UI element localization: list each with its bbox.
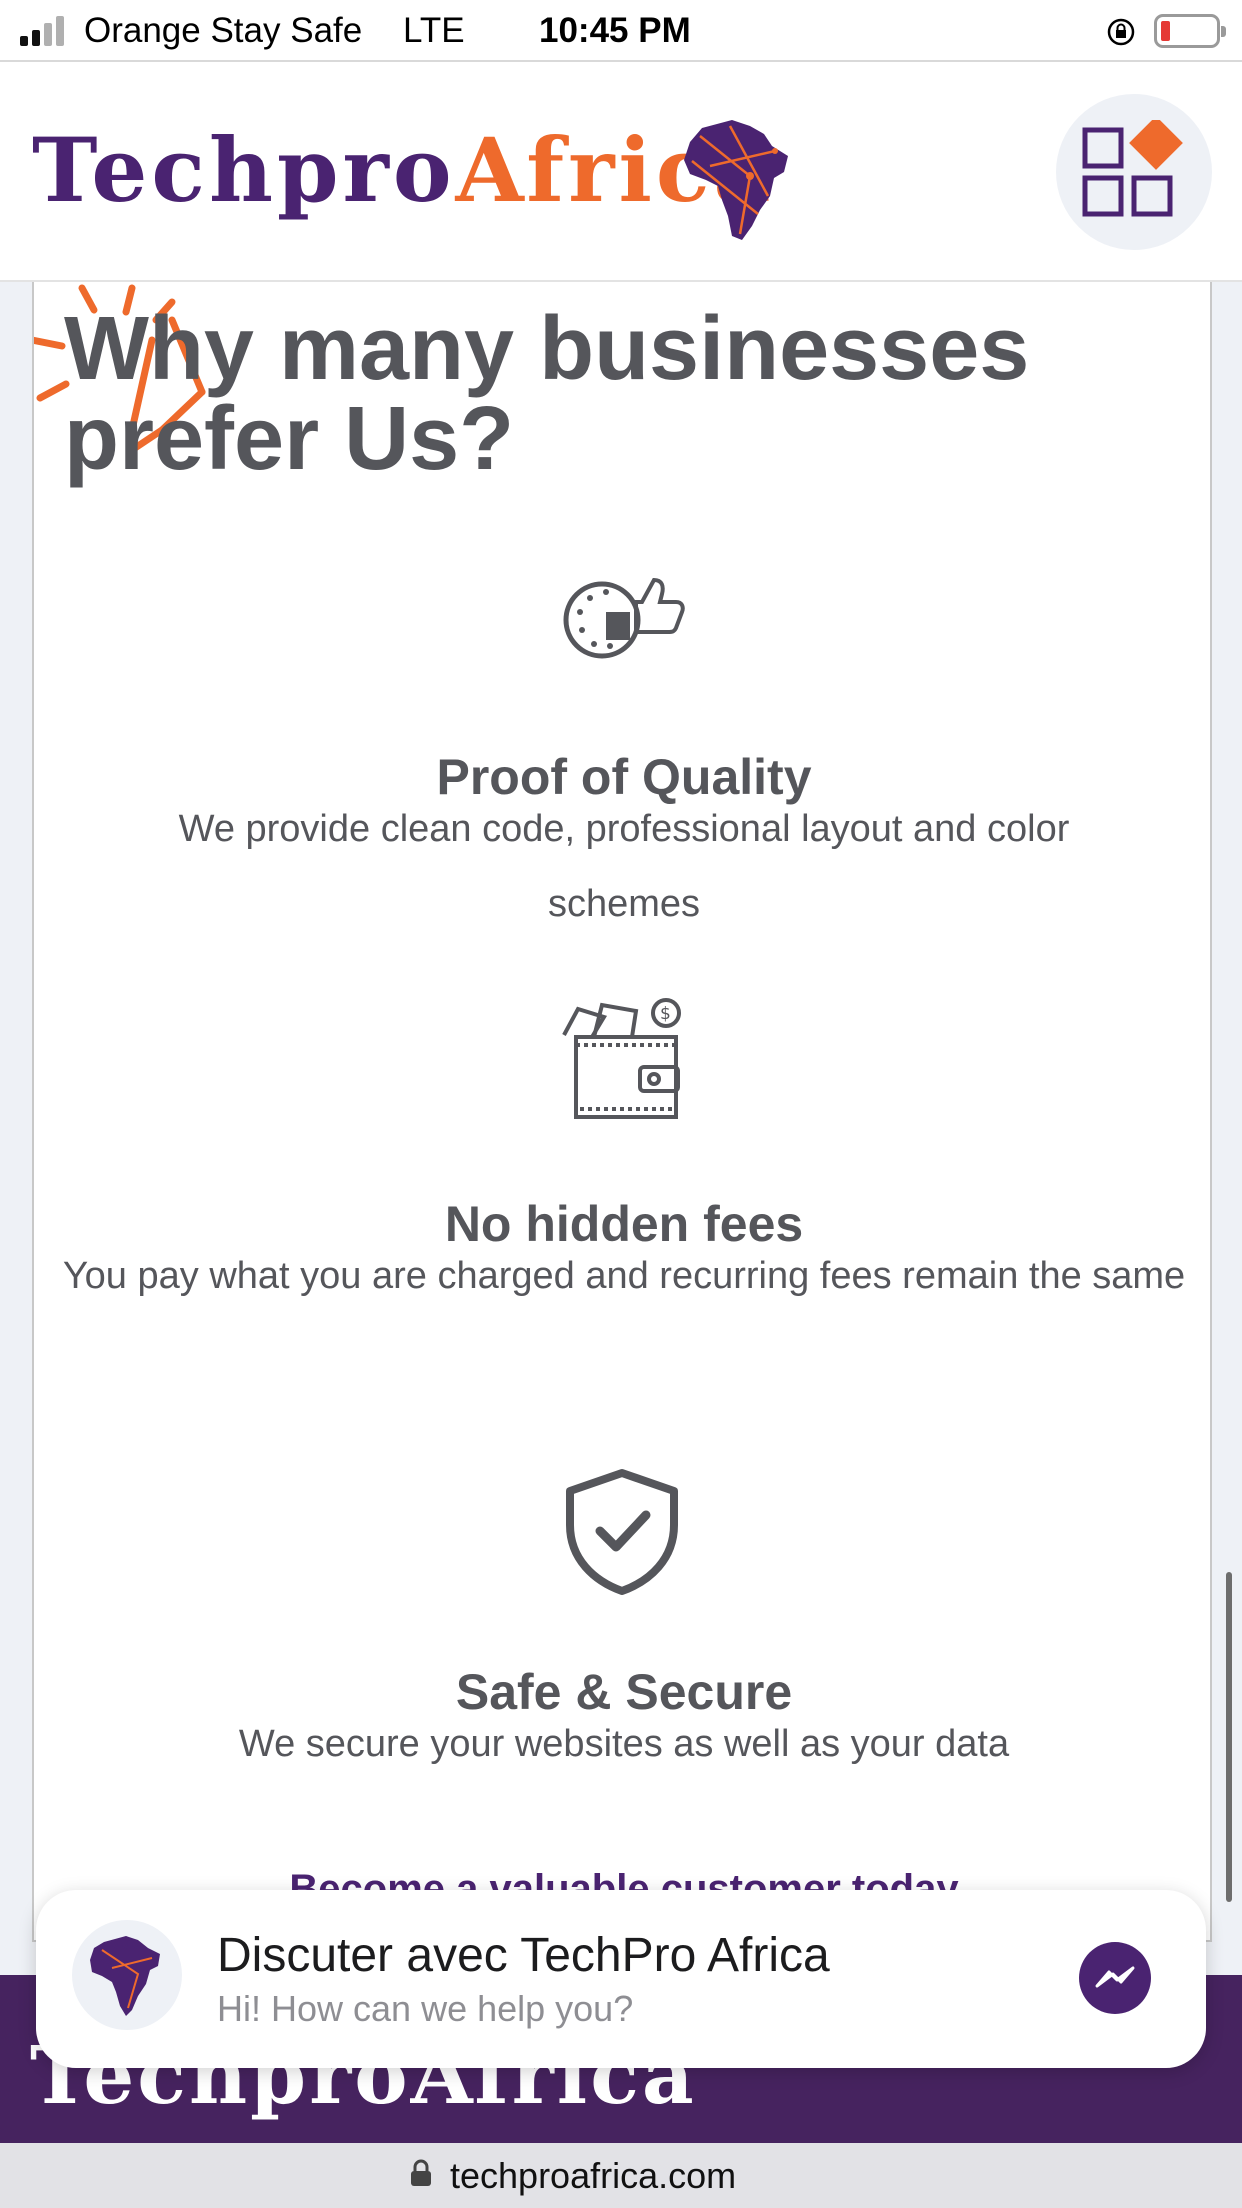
messenger-button[interactable] xyxy=(1079,1942,1151,2014)
lock-icon xyxy=(411,2159,431,2186)
feature-text: We secure your websites as well as your … xyxy=(238,1723,1010,1765)
clock: 10:45 PM xyxy=(539,11,691,50)
messenger-icon xyxy=(1095,1966,1135,1988)
orientation-lock-icon xyxy=(1107,18,1135,46)
carrier-name: Orange Stay Safe xyxy=(84,11,363,50)
screen: Orange Stay Safe LTE 10:45 PM TechproAfr… xyxy=(0,0,1242,2208)
site-logo[interactable]: TechproAfrica xyxy=(32,126,775,214)
grid-menu-icon xyxy=(1082,120,1183,217)
chat-avatar xyxy=(72,1920,182,2030)
scrollbar[interactable] xyxy=(1226,1572,1232,1902)
chat-title: Discuter avec TechPro Africa xyxy=(217,1929,830,1982)
url-text: techproafrica.com xyxy=(450,2155,737,2196)
chat-subtitle: Hi! How can we help you? xyxy=(217,1988,634,2029)
status-bar: Orange Stay Safe LTE 10:45 PM xyxy=(0,0,1242,62)
browser-url-bar[interactable]: techproafrica.com xyxy=(0,2143,1242,2208)
feature-secure: Safe & Secure We secure your websites as… xyxy=(34,282,1210,1842)
site-header: TechproAfrica xyxy=(0,62,1242,282)
africa-map-icon xyxy=(90,1936,160,2016)
features-section: Why many businesses prefer Us? Proof of … xyxy=(32,282,1212,1942)
africa-map-icon xyxy=(684,120,788,240)
network-type: LTE xyxy=(403,11,465,50)
shield-check-icon xyxy=(566,1469,678,1595)
battery-icon xyxy=(1154,14,1226,48)
logo-text-techpro: Techpro xyxy=(32,118,456,222)
signal-icon xyxy=(20,16,70,46)
chat-widget[interactable]: Discuter avec TechPro Africa Hi! How can… xyxy=(36,1890,1206,2068)
menu-button[interactable] xyxy=(1056,94,1212,250)
